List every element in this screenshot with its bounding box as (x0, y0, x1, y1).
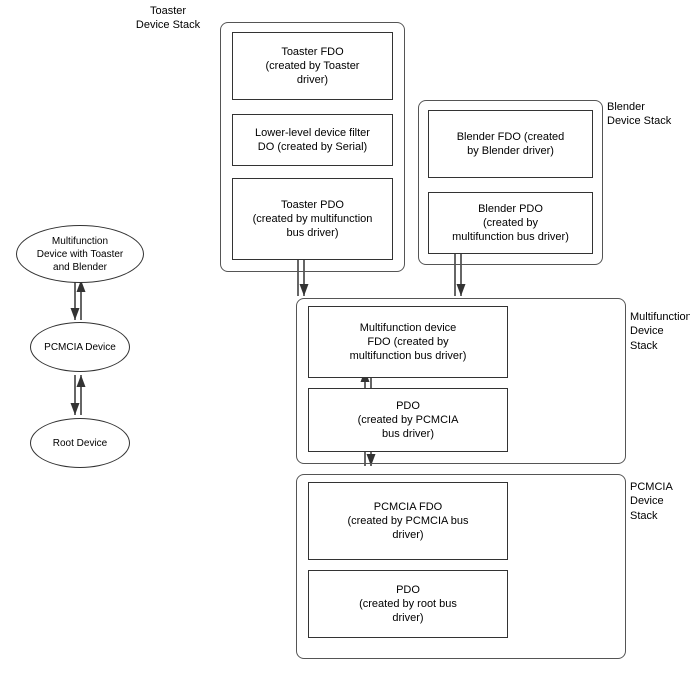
multifunction-stack-label: MultifunctionDevice Stack (630, 310, 690, 353)
blender-pdo-box: Blender PDO(created bymultifunction bus … (428, 192, 593, 254)
pcmcia-fdo-box: PCMCIA FDO(created by PCMCIA busdriver) (308, 482, 508, 560)
toaster-fdo-box: Toaster FDO(created by Toasterdriver) (232, 32, 393, 100)
blender-stack-label: BlenderDevice Stack (607, 100, 682, 129)
pcmcia-stack-label: PCMCIADevice Stack (630, 480, 690, 523)
multifunction-device-ellipse: MultifunctionDevice with Toasterand Blen… (16, 225, 144, 283)
root-device-ellipse: Root Device (30, 418, 130, 468)
multifunction-pdo-box: PDO(created by PCMCIAbus driver) (308, 388, 508, 452)
pcmcia-device-ellipse: PCMCIA Device (30, 322, 130, 372)
toaster-pdo-box: Toaster PDO(created by multifunctionbus … (232, 178, 393, 260)
lower-filter-box: Lower-level device filterDO (created by … (232, 114, 393, 166)
diagram: ToasterDevice Stack Toaster FDO(created … (0, 0, 690, 679)
pcmcia-pdo-box: PDO(created by root busdriver) (308, 570, 508, 638)
toaster-stack-label: ToasterDevice Stack (128, 4, 208, 33)
blender-fdo-box: Blender FDO (createdby Blender driver) (428, 110, 593, 178)
multifunction-fdo-box: Multifunction deviceFDO (created bymulti… (308, 306, 508, 378)
